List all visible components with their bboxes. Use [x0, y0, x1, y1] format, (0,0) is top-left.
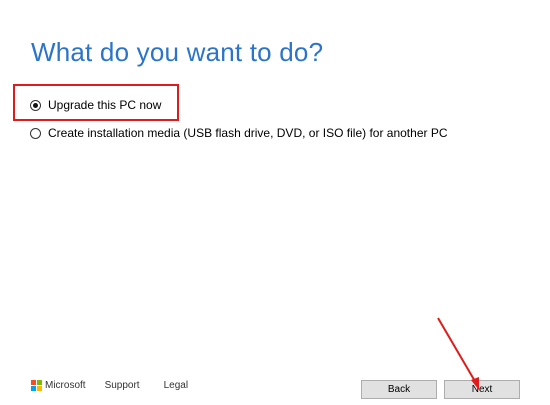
footer: Microsoft Support Legal: [31, 380, 212, 391]
option-create-media-label: Create installation media (USB flash dri…: [48, 126, 448, 140]
options-group: Upgrade this PC now Create installation …: [30, 96, 448, 142]
next-button[interactable]: Next: [444, 380, 520, 399]
page-title: What do you want to do?: [31, 37, 324, 67]
microsoft-logo-icon: [31, 380, 42, 391]
legal-link[interactable]: Legal: [164, 380, 188, 391]
brand-name: Microsoft: [45, 380, 86, 391]
setup-window: What do you want to do? Upgrade this PC …: [0, 0, 550, 405]
option-create-media[interactable]: Create installation media (USB flash dri…: [30, 124, 448, 142]
radio-selected-icon[interactable]: [30, 99, 41, 111]
option-upgrade-pc[interactable]: Upgrade this PC now: [30, 96, 448, 114]
option-upgrade-label: Upgrade this PC now: [48, 98, 162, 112]
radio-unselected-icon[interactable]: [30, 127, 41, 139]
support-link[interactable]: Support: [105, 380, 140, 391]
back-button[interactable]: Back: [361, 380, 437, 399]
